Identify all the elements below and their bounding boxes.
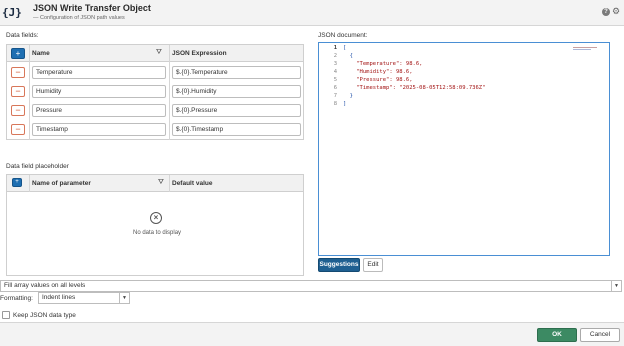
- field-name-input[interactable]: Temperature: [32, 66, 166, 79]
- chevron-down-icon[interactable]: ▼: [119, 293, 129, 303]
- column-divider: [169, 175, 170, 192]
- field-name-input[interactable]: Timestamp: [32, 123, 166, 136]
- remove-field-button[interactable]: −: [11, 86, 25, 97]
- field-expression-input[interactable]: $.{0}.Timestamp: [172, 123, 301, 136]
- keep-json-type-label: Keep JSON data type: [13, 312, 76, 319]
- title-bar: {J} JSON Write Transfer Object — Configu…: [0, 0, 624, 26]
- editor-minimap[interactable]: [573, 47, 597, 51]
- column-header-parameter-name[interactable]: Name of parameter: [29, 175, 91, 192]
- code-line: "Temperature": 98.6,: [343, 61, 423, 67]
- keep-json-type-checkbox[interactable]: [2, 311, 10, 319]
- code-line: {: [343, 53, 353, 59]
- line-number-gutter: 1 2 3 4 5 6 7 8: [319, 43, 337, 255]
- no-data-text: No data to display: [133, 230, 182, 236]
- json-app-icon: {J}: [2, 6, 22, 19]
- formatting-value: Indent lines: [42, 294, 76, 301]
- chevron-down-icon[interactable]: ▼: [611, 281, 621, 291]
- remove-field-button[interactable]: −: [11, 105, 25, 116]
- field-expression-input[interactable]: $.{0}.Pressure: [172, 104, 301, 117]
- placeholder-header: + Name of parameter ⛛ Default value: [7, 175, 303, 192]
- suggestions-button[interactable]: Suggestions: [318, 258, 360, 272]
- field-expression-input[interactable]: $.{0}.Temperature: [172, 66, 301, 79]
- ok-button[interactable]: OK: [537, 328, 577, 342]
- dialog-footer: OK Cancel: [0, 322, 624, 346]
- filter-icon[interactable]: ⛛: [158, 179, 164, 187]
- line-number: 6: [333, 85, 337, 91]
- help-icon[interactable]: ?: [602, 8, 610, 16]
- formatting-select[interactable]: Indent lines ▼: [38, 292, 130, 304]
- line-number: 5: [333, 77, 337, 83]
- field-name-input[interactable]: Humidity: [32, 85, 166, 98]
- line-number: 4: [333, 69, 337, 75]
- column-divider: [29, 175, 30, 192]
- remove-field-button[interactable]: −: [11, 67, 25, 78]
- formatting-label: Formatting:: [0, 295, 33, 302]
- column-header-name[interactable]: Name: [29, 45, 50, 62]
- code-line: ]: [343, 101, 347, 107]
- line-number: 3: [333, 61, 337, 67]
- json-document-label: JSON document:: [318, 32, 368, 39]
- edit-button[interactable]: Edit: [363, 258, 383, 272]
- add-parameter-button[interactable]: +: [12, 178, 22, 187]
- line-number: 1: [333, 45, 337, 51]
- line-number: 8: [333, 101, 337, 107]
- code-line: [: [343, 45, 347, 51]
- data-fields-grid: + Name ⛛ JSON Expression − Temperature $…: [6, 44, 304, 140]
- column-header-default-value[interactable]: Default value: [169, 175, 212, 192]
- code-line: }: [343, 93, 353, 99]
- window-title: JSON Write Transfer Object: [33, 3, 151, 13]
- code-line: "Pressure": 98.6,: [343, 77, 413, 83]
- placeholder-grid: + Name of parameter ⛛ Default value × No…: [6, 174, 304, 276]
- array-fill-select[interactable]: Fill array values on all levels ▼: [0, 280, 622, 292]
- add-field-button[interactable]: +: [11, 48, 25, 59]
- field-expression-input[interactable]: $.{0}.Humidity: [172, 85, 301, 98]
- field-name-input[interactable]: Pressure: [32, 104, 166, 117]
- code-line: "Timestamp": "2025-08-05T12:58:09.736Z": [343, 85, 486, 91]
- data-fields-label: Data fields:: [6, 32, 39, 39]
- code-line: "Humidity": 98.6,: [343, 69, 413, 75]
- column-divider: [29, 45, 30, 140]
- no-data-icon: ×: [150, 212, 162, 224]
- placeholder-label: Data field placeholder: [6, 163, 69, 170]
- cancel-button[interactable]: Cancel: [580, 328, 620, 342]
- json-editor[interactable]: 1 2 3 4 5 6 7 8 [ { "Temperature": 98.6,…: [318, 42, 610, 256]
- remove-field-button[interactable]: −: [11, 124, 25, 135]
- gear-icon[interactable]: ⚙: [612, 6, 620, 16]
- column-header-json-expression[interactable]: JSON Expression: [169, 45, 227, 62]
- data-fields-header: + Name ⛛ JSON Expression: [7, 45, 303, 62]
- column-divider: [169, 45, 170, 140]
- line-number: 2: [333, 53, 337, 59]
- line-number: 7: [333, 93, 337, 99]
- filter-icon[interactable]: ⛛: [156, 49, 162, 57]
- array-fill-value: Fill array values on all levels: [4, 282, 86, 289]
- window-subtitle: — Configuration of JSON path values: [33, 15, 125, 21]
